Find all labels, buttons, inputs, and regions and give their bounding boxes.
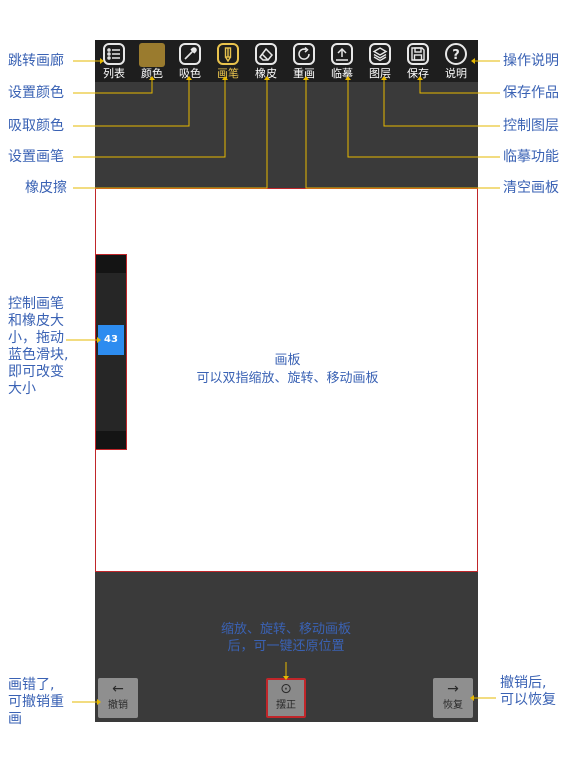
eyedropper-icon <box>179 43 201 65</box>
list-icon <box>103 43 125 65</box>
annotation-clear: 清空画板 <box>503 180 559 196</box>
annotation-slider-5: 即可改变 <box>8 364 64 380</box>
eraser-label: 橡皮 <box>255 67 277 80</box>
color-label: 颜色 <box>141 67 163 80</box>
annotation-gallery: 跳转画廊 <box>8 53 64 69</box>
help-button[interactable]: ? 说明 <box>440 42 472 82</box>
annotation-slider-6: 大小 <box>8 381 36 397</box>
toolbar: 列表 颜色 吸色 画笔 橡皮 重画 临摹 图层 保存 ? 说明 <box>95 40 478 82</box>
help-label: 说明 <box>445 67 467 80</box>
save-icon <box>407 43 429 65</box>
redraw-icon <box>293 43 315 65</box>
upload-icon <box>331 43 353 65</box>
back-arrow-icon: ← <box>112 681 124 697</box>
undo-button[interactable]: ← 撤销 <box>98 678 138 718</box>
pen-icon <box>217 43 239 65</box>
annotation-trace: 临摹功能 <box>503 149 559 165</box>
layers-label: 图层 <box>369 67 391 80</box>
annotation-undo-1: 画错了, <box>8 677 55 693</box>
help-icon: ? <box>445 43 467 65</box>
brush-size-slider[interactable]: 43 <box>95 254 127 450</box>
list-button[interactable]: 列表 <box>98 42 130 82</box>
annotation-set-color: 设置颜色 <box>8 85 64 101</box>
list-label: 列表 <box>103 67 125 80</box>
pen-button[interactable]: 画笔 <box>212 42 244 82</box>
canvas-hint: 可以双指缩放、旋转、移动画板 <box>196 371 379 386</box>
eraser-button[interactable]: 橡皮 <box>250 42 282 82</box>
annotation-slider-4: 蓝色滑块, <box>8 347 69 363</box>
slider-bottom-cap <box>96 431 126 449</box>
save-label: 保存 <box>407 67 429 80</box>
redo-button[interactable]: → 恢复 <box>433 678 473 718</box>
reset-hint-line1: 缩放、旋转、移动画板 <box>220 622 351 637</box>
color-button[interactable]: 颜色 <box>136 42 168 82</box>
slider-top-cap <box>96 255 126 273</box>
layers-button[interactable]: 图层 <box>364 42 396 82</box>
redraw-label: 重画 <box>293 67 315 80</box>
trace-label: 临摹 <box>331 67 353 80</box>
annotation-redo-1: 撤销后, <box>500 675 547 691</box>
slider-knob[interactable]: 43 <box>98 325 124 355</box>
eyedropper-button[interactable]: 吸色 <box>174 42 206 82</box>
annotation-pick-color: 吸取颜色 <box>8 118 64 134</box>
color-swatch <box>139 43 165 67</box>
annotation-redo-2: 可以恢复 <box>500 692 556 708</box>
canvas-title: 画板 <box>274 353 301 368</box>
redraw-button[interactable]: 重画 <box>288 42 320 82</box>
reset-label: 摆正 <box>276 700 296 711</box>
undo-label: 撤销 <box>108 700 128 711</box>
annotation-undo-2: 可撤销重 <box>8 694 64 710</box>
annotation-set-pen: 设置画笔 <box>8 149 64 165</box>
reset-hint-line2: 后，可一键还原位置 <box>227 639 345 654</box>
eyedropper-label: 吸色 <box>179 67 201 80</box>
drawing-canvas[interactable]: 画板 可以双指缩放、旋转、移动画板 <box>95 188 478 572</box>
save-button[interactable]: 保存 <box>402 42 434 82</box>
annotation-eraser: 橡皮擦 <box>25 180 67 196</box>
app-screen: 列表 颜色 吸色 画笔 橡皮 重画 临摹 图层 保存 ? 说明 画板 可以双指缩… <box>95 40 478 722</box>
pen-label: 画笔 <box>217 67 239 80</box>
target-icon: ⊙ <box>280 681 292 697</box>
reset-position-button[interactable]: ⊙ 摆正 <box>266 678 306 718</box>
annotation-layers: 控制图层 <box>503 118 559 134</box>
annotation-save: 保存作品 <box>503 85 559 101</box>
redo-label: 恢复 <box>443 700 463 711</box>
annotation-slider-3: 小，拖动 <box>8 330 64 346</box>
svg-text:?: ? <box>452 48 460 62</box>
annotation-slider-1: 控制画笔 <box>8 296 64 312</box>
layers-icon <box>369 43 391 65</box>
forward-arrow-icon: → <box>447 681 459 697</box>
eraser-icon <box>255 43 277 65</box>
trace-button[interactable]: 临摹 <box>326 42 358 82</box>
annotation-help: 操作说明 <box>503 53 559 69</box>
annotation-slider-2: 和橡皮大 <box>8 313 64 329</box>
annotation-undo-3: 画 <box>8 711 22 727</box>
